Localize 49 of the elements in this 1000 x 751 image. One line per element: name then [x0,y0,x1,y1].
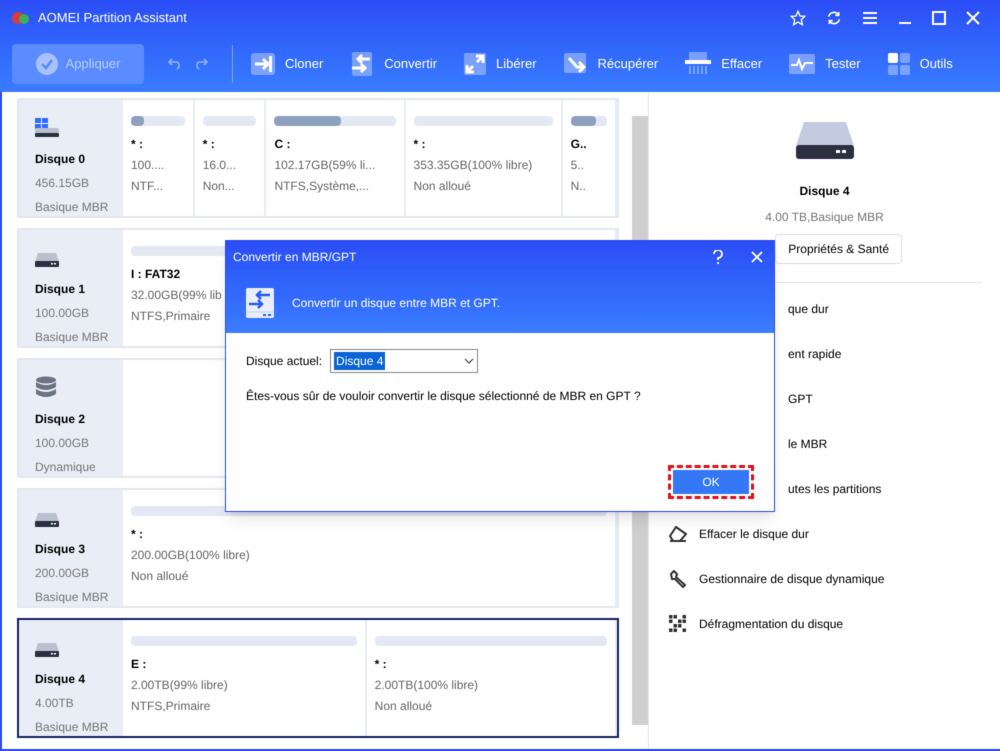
disk-type: Dynamique [35,459,97,476]
disk-name: Disque 1 [35,281,86,298]
partition-size: 5.. [570,157,584,173]
partition-label: * : [131,136,143,152]
partition-type: Non alloué [374,698,432,714]
disk-type: Basique MBR [35,329,110,346]
partition-type: NTFS,Primaire [131,698,210,714]
partition-type: Non... [202,178,235,194]
partition-size: 16.0... [202,157,236,173]
disk-name: Disque 0 [35,151,86,168]
disk-type: Basique MBR [35,589,110,606]
partition-size: 32.00GB(99% lib [131,287,222,303]
confirm-question: Êtes-vous sûr de vouloir convertir le disque sélectionné de MBR en GPT ? [246,388,642,405]
partition-label: E : [131,656,146,672]
partition-label: G.. [570,136,587,152]
partition-type: NTF... [131,178,163,194]
disk-name: Disque 4 [35,671,86,688]
partition-type: Non alloué [414,178,471,194]
partition-label: * : [414,136,426,152]
disk-size: 4.00TB [35,695,75,712]
partition-type: N.. [570,178,586,194]
disk-size: 456.15GB [35,175,90,192]
disk-size: 200.00GB [35,565,90,582]
partition-size: 353.35GB(100% libre) [414,157,532,173]
partition-size: 100.... [131,157,164,173]
partition-label: * : [202,136,215,152]
disk-info: 4.00 TB,Basique MBR [765,209,884,226]
partition-type: NTFS,Système,... [274,178,370,194]
field-label: Disque actuel: [246,353,322,370]
partition-label: I : FAT32 [131,266,180,282]
partition-size: 102.17GB(59% li... [274,157,376,173]
dialog-title: Convertir en MBR/GPT [233,249,356,266]
disk-type: Basique MBR [35,199,110,216]
disk-size: 100.00GB [35,305,90,322]
partition-type: Non alloué [131,568,188,584]
partition-size: 2.00TB(100% libre) [374,677,478,693]
disk-type: Basique MBR [35,719,110,736]
dialog-subtitle: Convertir un disque entre MBR et GPT. [292,295,500,312]
partition-type: NTFS,Primaire [131,308,210,324]
disk-name: Disque 4 [799,183,850,200]
partition-size: 200.00GB(100% libre) [131,547,250,563]
partition-label: * : [131,526,143,542]
partition-label: * : [374,656,387,672]
disk-name: Disque 2 [35,411,86,428]
partition-size: 2.00TB(99% libre) [131,677,228,693]
window-title: AOMEI Partition Assistant [38,9,187,28]
disk-size: 100.00GB [35,435,90,452]
disk-name: Disque 3 [35,541,86,558]
partition-label: C : [274,136,290,152]
